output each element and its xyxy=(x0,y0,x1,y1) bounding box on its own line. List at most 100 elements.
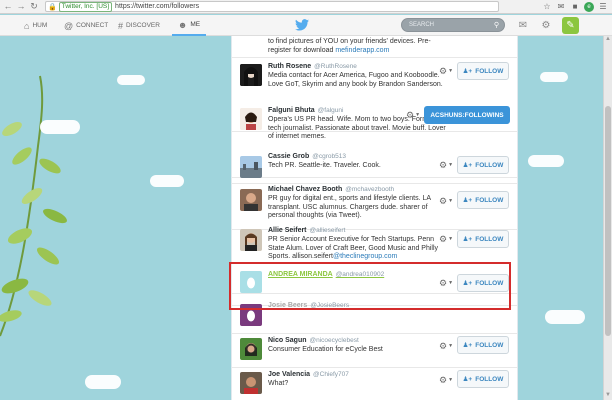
follower-name[interactable]: Ruth Rosene @RuthRosene xyxy=(268,63,357,70)
follow-button[interactable]: ♟+ Follow xyxy=(457,156,509,174)
avatar[interactable] xyxy=(240,229,262,251)
follower-bio: What? xyxy=(268,380,289,387)
twitter-topbar: ⌂ Hum @ Connect # Discover ☻ Me Search ⚲… xyxy=(0,15,612,36)
follow-button[interactable]: ♟+ Follow xyxy=(457,370,509,388)
follow-button[interactable]: ♟+ Follow xyxy=(457,230,509,248)
follower-handle: @falguni xyxy=(317,107,344,114)
highlight-annotation-box xyxy=(229,262,511,310)
search-icon[interactable]: ⚲ xyxy=(494,21,499,29)
avatar-image xyxy=(240,229,262,251)
avatar[interactable] xyxy=(240,108,262,130)
nav-connect[interactable]: @ Connect xyxy=(64,15,108,36)
follower-name[interactable]: Cassie Grob @cgrob513 xyxy=(268,153,346,160)
extension-icon[interactable]: ■ xyxy=(570,2,580,12)
add-person-icon: ♟+ xyxy=(462,162,473,169)
cloud-decoration xyxy=(85,375,121,389)
gmail-icon[interactable]: ✉ xyxy=(556,2,566,12)
user-actions-gear-icon[interactable]: ⚙ ▼ xyxy=(439,340,453,352)
follower-row: Cassie Grob @cgrob513 Tech PR. Seattle-it… xyxy=(232,148,517,184)
address-bar[interactable]: 🔒 Twitter, Inc. [US] https://twitter.com… xyxy=(45,1,499,12)
menu-icon[interactable]: ☰ xyxy=(598,2,608,12)
messages-icon[interactable]: ✉ xyxy=(517,19,529,31)
following-button[interactable]: ACSHUNS:FOLLOWINS xyxy=(424,106,510,124)
star-icon[interactable]: ☆ xyxy=(542,2,552,12)
nav-discover[interactable]: # Discover xyxy=(118,15,160,36)
evernote-icon[interactable]: e xyxy=(584,1,594,12)
hashtag-icon: # xyxy=(118,20,124,31)
follower-row: Michael Chavez Booth @mchavezbooth PR guy… xyxy=(232,184,517,230)
nav-me[interactable]: ☻ Me xyxy=(172,15,206,36)
scroll-down-icon[interactable]: ▼ xyxy=(604,392,612,400)
user-actions-gear-icon[interactable]: ⚙ ▼ xyxy=(439,195,453,207)
back-icon[interactable]: ← xyxy=(3,2,13,12)
follower-row: to find pictures of YOU on your friends'… xyxy=(232,36,517,58)
follower-handle: @cgrob513 xyxy=(312,153,346,160)
avatar-image xyxy=(240,372,262,394)
forward-icon[interactable]: → xyxy=(16,2,26,12)
compose-icon: ✎ xyxy=(566,20,575,31)
user-actions-gear-icon[interactable]: ⚙ ▼ xyxy=(439,233,453,245)
cloud-decoration xyxy=(540,72,568,82)
reload-icon[interactable]: ↻ xyxy=(29,2,39,12)
follower-row: Joe Valencia @Chiefy707 What? ⚙ ▼ ♟+ Follow xyxy=(232,368,517,400)
avatar[interactable] xyxy=(240,338,262,360)
follower-name[interactable]: Michael Chavez Booth @mchavezbooth xyxy=(268,186,394,193)
follower-bio: Media contact for Acer America, Fugoo an… xyxy=(268,72,443,88)
page-scrollbar[interactable]: ▲ ▼ xyxy=(603,36,612,400)
follower-handle: @nicoecyclebest xyxy=(309,337,359,344)
url-text: https://twitter.com/followers xyxy=(115,3,200,10)
add-person-icon: ♟+ xyxy=(462,236,473,243)
follow-button[interactable]: ♟+ Follow xyxy=(457,336,509,354)
avatar[interactable] xyxy=(240,156,262,178)
user-actions-gear-icon[interactable]: ⚙ ▼ xyxy=(439,159,453,171)
scrollbar-thumb[interactable] xyxy=(605,106,611,336)
follower-bio: Tech PR. Seattle-ite. Traveler. Cook. xyxy=(268,162,381,169)
follower-bio: to find pictures of YOU on your friends'… xyxy=(268,38,431,54)
user-actions-gear-icon[interactable]: ⚙ ▼ xyxy=(439,65,453,77)
follow-button[interactable]: ♟+ Follow xyxy=(457,191,509,209)
avatar-image xyxy=(240,189,262,211)
nav-home[interactable]: ⌂ Hum xyxy=(24,15,47,36)
search-placeholder: Search xyxy=(409,22,435,28)
follower-name[interactable]: Nico Sagun @nicoecyclebest xyxy=(268,337,359,344)
search-input[interactable]: Search ⚲ xyxy=(401,18,505,32)
follower-name[interactable]: Allie Seifert @allieseifert xyxy=(268,227,345,234)
follower-name[interactable]: Falguni Bhuta @falguni xyxy=(268,107,343,114)
leaf-vine-decoration xyxy=(0,75,67,337)
add-person-icon: ♟+ xyxy=(462,376,473,383)
twitter-bird-icon[interactable] xyxy=(295,19,309,31)
followers-list: to find pictures of YOU on your friends'… xyxy=(231,36,518,400)
compose-tweet-button[interactable]: ✎ xyxy=(562,17,579,34)
cloud-decoration xyxy=(117,75,145,85)
follower-bio: PR Senior Account Executive for Tech Sta… xyxy=(268,236,439,260)
avatar[interactable] xyxy=(240,372,262,394)
avatar-image xyxy=(240,108,262,130)
certificate-badge: Twitter, Inc. [US] xyxy=(58,1,113,12)
settings-gear-icon[interactable]: ⚙ xyxy=(540,19,552,31)
cloud-decoration xyxy=(545,310,585,324)
home-icon: ⌂ xyxy=(24,20,30,31)
user-actions-gear-icon[interactable]: ⚙ ▼ xyxy=(439,374,453,386)
add-person-icon: ♟+ xyxy=(462,197,473,204)
avatar-image xyxy=(240,338,262,360)
follower-bio: PR guy for digital ent., sports and life… xyxy=(268,195,431,219)
nav-discover-label: Discover xyxy=(126,22,160,29)
cloud-decoration xyxy=(40,120,80,134)
bio-link[interactable]: mefinderapp.com xyxy=(335,47,389,54)
follower-handle: @mchavezbooth xyxy=(345,186,395,193)
follower-row: Nico Sagun @nicoecyclebest Consumer Educa… xyxy=(232,334,517,368)
cloud-decoration xyxy=(528,155,564,167)
nav-connect-label: Connect xyxy=(76,22,109,29)
bio-link[interactable]: @theclinegroup.com xyxy=(333,253,397,260)
avatar-image xyxy=(240,156,262,178)
browser-toolbar: ← → ↻ 🔒 Twitter, Inc. [US] https://twitt… xyxy=(0,0,612,14)
follow-button[interactable]: ♟+ Follow xyxy=(457,62,509,80)
follower-name[interactable]: Joe Valencia @Chiefy707 xyxy=(268,371,349,378)
at-icon: @ xyxy=(64,20,74,31)
scroll-up-icon[interactable]: ▲ xyxy=(604,36,612,44)
add-person-icon: ♟+ xyxy=(462,342,473,349)
avatar[interactable] xyxy=(240,64,262,86)
avatar[interactable] xyxy=(240,189,262,211)
user-actions-gear-icon[interactable]: ⚙ ▼ xyxy=(406,109,420,121)
nav-me-label: Me xyxy=(190,21,201,28)
